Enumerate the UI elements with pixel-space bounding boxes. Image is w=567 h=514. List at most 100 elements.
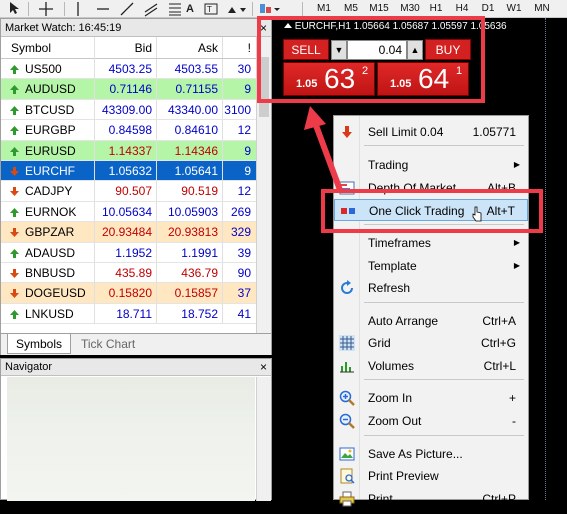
spread-cell: 269 xyxy=(230,204,251,219)
table-row[interactable]: CADJPY 90.507 90.519 12 xyxy=(1,181,257,202)
close-icon[interactable]: × xyxy=(260,359,267,376)
market-watch-table: Symbol Bid Ask ! US500 4503.25 4503.55 30 AU… xyxy=(1,37,257,325)
navigator-tree[interactable] xyxy=(7,377,255,501)
bid-cell: 1.14337 xyxy=(95,140,157,160)
timeframe-h4[interactable]: H4 xyxy=(451,1,473,17)
chart-context-menu: Sell Limit 0.04 1.05771 Trading ▶ Depth Of M… xyxy=(333,115,529,507)
menu-item-shortcut: Ctrl+G xyxy=(480,336,516,350)
table-row[interactable]: ADAUSD 1.1952 1.1991 39 xyxy=(1,242,257,263)
arrow-up-icon xyxy=(10,207,19,217)
market-watch-title: Market Watch: 16:45:19 × xyxy=(1,19,271,37)
tab-tick-chart[interactable]: Tick Chart xyxy=(73,334,143,354)
menu-item-trading[interactable]: Trading ▶ xyxy=(334,154,528,176)
timeframe-m15[interactable]: M15 xyxy=(368,1,390,17)
channel-icon[interactable] xyxy=(144,1,158,17)
text-icon[interactable]: A xyxy=(186,1,194,17)
cursor-icon[interactable] xyxy=(8,1,20,17)
table-row[interactable]: GBPZAR 20.93484 20.93813 329 xyxy=(1,222,257,243)
menu-item-label: Zoom In xyxy=(368,391,413,405)
table-row[interactable]: AUDUSD 0.71146 0.71155 9 xyxy=(1,79,257,100)
timeframe-m5[interactable]: M5 xyxy=(340,1,362,17)
market-watch-rows: US500 4503.25 4503.55 30 AUDUSD 0.71146 0.7115… xyxy=(1,59,257,325)
menu-item-volumes[interactable]: Volumes Ctrl+L xyxy=(334,355,528,377)
menu-item-sell-limit-0-04[interactable]: Sell Limit 0.04 1.05771 xyxy=(334,121,528,143)
spread-cell: 329 xyxy=(230,225,251,240)
menu-item-zoom-in[interactable]: Zoom In + xyxy=(334,387,528,409)
menu-item-print[interactable]: Print Ctrl+P xyxy=(334,488,528,510)
timeframe-m1[interactable]: M1 xyxy=(313,1,335,17)
ask-cell: 436.79 xyxy=(157,262,223,283)
menu-item-grid[interactable]: Grid Ctrl+G xyxy=(334,332,528,354)
table-row[interactable]: LNKUSD 18.711 18.752 41 xyxy=(1,303,257,325)
spread-header[interactable]: ! xyxy=(223,37,255,58)
symbol-cell: BNBUSD xyxy=(7,262,95,283)
menu-item-shortcut: 1.05771 xyxy=(472,125,516,139)
horizontal-line-icon[interactable] xyxy=(96,1,110,17)
menu-item-label: Template xyxy=(368,259,417,273)
table-row[interactable]: EURCHF 1.05632 1.05641 9 xyxy=(1,160,257,182)
toolbar-divider xyxy=(28,2,29,16)
vertical-line-icon[interactable] xyxy=(72,1,84,17)
menu-item-highlight xyxy=(321,189,543,233)
table-row[interactable]: BNBUSD 435.89 436.79 90 xyxy=(1,262,257,284)
menu-item-label: Auto Arrange xyxy=(368,314,439,328)
svg-text:T: T xyxy=(207,5,212,14)
symbol-header[interactable]: Symbol xyxy=(7,37,95,59)
timeframe-h1[interactable]: H1 xyxy=(425,1,447,17)
trendline-icon[interactable] xyxy=(120,1,134,17)
save-picture-icon xyxy=(339,446,355,462)
bid-header[interactable]: Bid xyxy=(95,37,157,58)
table-row[interactable]: EURNOK 10.05634 10.05903 269 xyxy=(1,201,257,223)
table-row[interactable]: DOGEUSD 0.15820 0.15857 37 xyxy=(1,283,257,304)
table-row[interactable]: BTCUSD 43309.00 43340.00 3100 xyxy=(1,99,257,121)
market-watch-tabs: Symbols Tick Chart xyxy=(1,333,271,355)
label-icon[interactable]: T xyxy=(204,1,218,17)
bid-cell: 43309.00 xyxy=(95,99,157,120)
refresh-icon xyxy=(339,280,355,296)
grid-icon xyxy=(339,335,355,351)
chevron-right-icon: ▶ xyxy=(513,160,520,169)
tab-symbols[interactable]: Symbols xyxy=(7,334,72,354)
menu-item-auto-arrange[interactable]: Auto Arrange Ctrl+A xyxy=(334,310,528,332)
symbol-cell: BTCUSD xyxy=(7,99,95,120)
spread-cell: 37 xyxy=(237,286,251,301)
symbol-header-label: Symbol xyxy=(11,41,52,55)
shapes-dropdown-icon[interactable] xyxy=(226,1,248,17)
menu-item-save-as-picture[interactable]: Save As Picture... xyxy=(334,443,528,465)
timeframe-mn[interactable]: MN xyxy=(531,1,553,17)
timeframe-d1[interactable]: D1 xyxy=(477,1,499,17)
crosshair-icon[interactable] xyxy=(38,1,54,17)
timeframe-w1[interactable]: W1 xyxy=(503,1,525,17)
spread-cell: 9 xyxy=(244,82,251,97)
navigator-scrollbar[interactable] xyxy=(256,377,271,501)
table-row[interactable]: EURGBP 0.84598 0.84610 12 xyxy=(1,120,257,141)
menu-item-template[interactable]: Template ▶ xyxy=(334,255,528,277)
menu-item-label: Save As Picture... xyxy=(368,447,463,461)
menu-item-label: Zoom Out xyxy=(368,414,422,428)
bid-cell: 435.89 xyxy=(95,262,157,283)
arrow-down-icon xyxy=(10,166,19,176)
fibonacci-icon[interactable] xyxy=(168,1,182,17)
menu-item-label: Print xyxy=(368,492,393,506)
ask-cell: 0.71155 xyxy=(157,79,223,99)
arrow-up-icon xyxy=(10,126,19,136)
period-dropdown-icon[interactable] xyxy=(258,1,282,17)
symbol-cell: EURNOK xyxy=(7,201,95,222)
menu-item-refresh[interactable]: Refresh xyxy=(334,277,528,299)
menu-item-zoom-out[interactable]: Zoom Out - xyxy=(334,410,528,432)
menu-item-timeframes[interactable]: Timeframes ▶ xyxy=(334,232,528,254)
menu-separator xyxy=(364,435,524,436)
menu-item-shortcut: - xyxy=(512,414,516,428)
volumes-icon xyxy=(339,358,355,374)
menu-item-label: Sell Limit 0.04 xyxy=(368,125,444,139)
bid-cell: 1.05632 xyxy=(95,160,157,181)
arrow-up-icon xyxy=(10,85,19,95)
market-watch-title-text: Market Watch: 16:45:19 xyxy=(5,22,122,34)
chevron-right-icon: ▶ xyxy=(513,238,520,247)
ask-header[interactable]: Ask xyxy=(157,37,223,58)
table-row[interactable]: EURUSD 1.14337 1.14346 9 xyxy=(1,140,257,161)
ask-cell: 90.519 xyxy=(157,181,223,201)
table-row[interactable]: US500 4503.25 4503.55 30 xyxy=(1,59,257,80)
menu-item-print-preview[interactable]: Print Preview xyxy=(334,465,528,487)
timeframe-m30[interactable]: M30 xyxy=(399,1,421,17)
